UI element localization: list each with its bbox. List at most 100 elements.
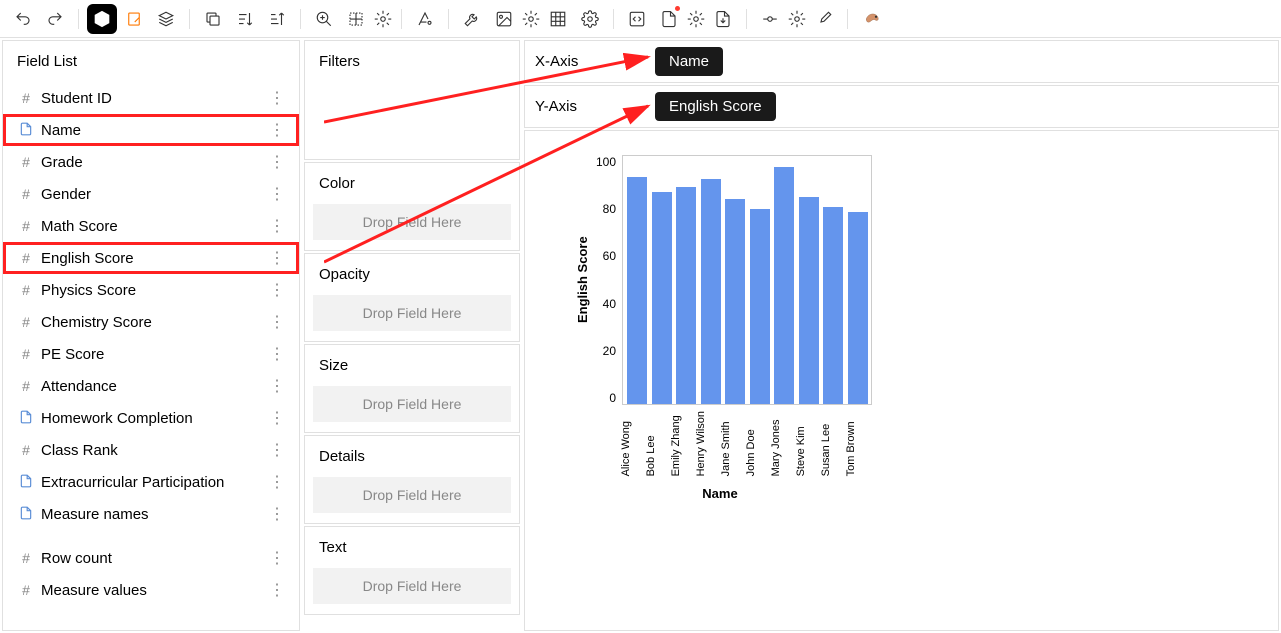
details-dropzone[interactable]: Drop Field Here bbox=[313, 477, 511, 513]
text-header: Text bbox=[305, 527, 519, 568]
resize-button[interactable] bbox=[341, 4, 371, 34]
more-icon[interactable]: ⋮ bbox=[265, 376, 289, 396]
chart-bar[interactable] bbox=[701, 179, 721, 404]
field-item[interactable]: #PE Score⋮ bbox=[3, 338, 299, 370]
main-content: Field List #Student ID⋮Name⋮#Grade⋮#Gend… bbox=[0, 38, 1281, 633]
chart-bar[interactable] bbox=[676, 187, 696, 405]
size-dropzone[interactable]: Drop Field Here bbox=[313, 386, 511, 422]
field-label: Extracurricular Participation bbox=[41, 474, 265, 491]
field-item[interactable]: #Grade⋮ bbox=[3, 146, 299, 178]
field-item[interactable]: #Math Score⋮ bbox=[3, 210, 299, 242]
chart-bar[interactable] bbox=[652, 192, 672, 405]
field-label: PE Score bbox=[41, 346, 265, 363]
more-icon[interactable]: ⋮ bbox=[265, 580, 289, 600]
more-icon[interactable]: ⋮ bbox=[265, 152, 289, 172]
field-item[interactable]: Name⋮ bbox=[3, 114, 299, 146]
y-axis-shelf[interactable]: Y-Axis English Score bbox=[524, 85, 1279, 128]
chart-bar[interactable] bbox=[848, 212, 868, 405]
y-axis-chip[interactable]: English Score bbox=[655, 92, 776, 121]
color-dropzone[interactable]: Drop Field Here bbox=[313, 204, 511, 240]
more-icon[interactable]: ⋮ bbox=[265, 472, 289, 492]
separator bbox=[847, 9, 848, 29]
chart-area: English Score 100806040200 Alice WongBob… bbox=[524, 130, 1279, 631]
more-icon[interactable]: ⋮ bbox=[265, 504, 289, 524]
commit-settings-icon[interactable] bbox=[787, 4, 807, 34]
separator bbox=[448, 9, 449, 29]
bird-logo[interactable] bbox=[856, 4, 890, 34]
x-axis-shelf[interactable]: X-Axis Name bbox=[524, 40, 1279, 83]
opacity-header: Opacity bbox=[305, 254, 519, 295]
x-tick: Jane Smith bbox=[720, 411, 732, 476]
more-icon[interactable]: ⋮ bbox=[265, 88, 289, 108]
field-item[interactable]: #Measure values⋮ bbox=[3, 574, 299, 606]
field-item[interactable]: #Chemistry Score⋮ bbox=[3, 306, 299, 338]
export-settings-icon[interactable] bbox=[686, 4, 706, 34]
image-settings-icon[interactable] bbox=[521, 4, 541, 34]
chart-bar[interactable] bbox=[799, 197, 819, 405]
chart-bar[interactable] bbox=[750, 209, 770, 404]
undo-button[interactable] bbox=[8, 4, 38, 34]
separator bbox=[746, 9, 747, 29]
cube-button[interactable] bbox=[87, 4, 117, 34]
field-item[interactable]: #Row count⋮ bbox=[3, 542, 299, 574]
more-icon[interactable]: ⋮ bbox=[265, 440, 289, 460]
layers-button[interactable] bbox=[151, 4, 181, 34]
brush-button[interactable] bbox=[809, 4, 839, 34]
sort-desc-button[interactable] bbox=[262, 4, 292, 34]
x-axis-title: Name bbox=[575, 486, 865, 501]
more-icon[interactable]: ⋮ bbox=[265, 280, 289, 300]
field-item[interactable]: Homework Completion⋮ bbox=[3, 402, 299, 434]
more-icon[interactable]: ⋮ bbox=[265, 248, 289, 268]
more-icon[interactable]: ⋮ bbox=[265, 184, 289, 204]
x-tick: John Doe bbox=[745, 411, 757, 476]
more-icon[interactable]: ⋮ bbox=[265, 548, 289, 568]
download-button[interactable] bbox=[708, 4, 738, 34]
field-item[interactable]: #Physics Score⋮ bbox=[3, 274, 299, 306]
field-item[interactable]: Measure names⋮ bbox=[3, 498, 299, 530]
field-item[interactable]: #Student ID⋮ bbox=[3, 82, 299, 114]
hash-icon: # bbox=[17, 378, 35, 394]
code-button[interactable] bbox=[622, 4, 652, 34]
more-icon[interactable]: ⋮ bbox=[265, 408, 289, 428]
x-axis-ticks: Alice WongBob LeeEmily ZhangHenry Wilson… bbox=[613, 411, 863, 476]
field-item[interactable]: #Gender⋮ bbox=[3, 178, 299, 210]
hash-icon: # bbox=[17, 250, 35, 266]
more-icon[interactable]: ⋮ bbox=[265, 312, 289, 332]
zoom-button[interactable] bbox=[309, 4, 339, 34]
filters-section[interactable]: Filters bbox=[304, 40, 520, 160]
copy-button[interactable] bbox=[198, 4, 228, 34]
text-dropzone[interactable]: Drop Field Here bbox=[313, 568, 511, 604]
x-tick: Tom Brown bbox=[845, 411, 857, 476]
y-tick: 40 bbox=[603, 297, 616, 311]
resize-settings-icon[interactable] bbox=[373, 4, 393, 34]
more-icon[interactable]: ⋮ bbox=[265, 216, 289, 236]
wrench-button[interactable] bbox=[457, 4, 487, 34]
field-label: Class Rank bbox=[41, 442, 265, 459]
opacity-dropzone[interactable]: Drop Field Here bbox=[313, 295, 511, 331]
note-button[interactable] bbox=[119, 4, 149, 34]
y-tick: 80 bbox=[603, 202, 616, 216]
field-item[interactable]: Extracurricular Participation⋮ bbox=[3, 466, 299, 498]
chart-bar[interactable] bbox=[627, 177, 647, 405]
field-item[interactable]: #Attendance⋮ bbox=[3, 370, 299, 402]
chart-bar[interactable] bbox=[725, 199, 745, 404]
chart-bar[interactable] bbox=[774, 167, 794, 405]
redo-button[interactable] bbox=[40, 4, 70, 34]
format-button[interactable] bbox=[410, 4, 440, 34]
size-header: Size bbox=[305, 345, 519, 386]
x-tick: Susan Lee bbox=[820, 411, 832, 476]
more-icon[interactable]: ⋮ bbox=[265, 120, 289, 140]
export-button[interactable] bbox=[654, 4, 684, 34]
x-axis-chip[interactable]: Name bbox=[655, 47, 723, 76]
image-button[interactable] bbox=[489, 4, 519, 34]
settings-button[interactable] bbox=[575, 4, 605, 34]
field-item[interactable]: #English Score⋮ bbox=[3, 242, 299, 274]
table-button[interactable] bbox=[543, 4, 573, 34]
commit-button[interactable] bbox=[755, 4, 785, 34]
more-icon[interactable]: ⋮ bbox=[265, 344, 289, 364]
y-axis-label: Y-Axis bbox=[535, 98, 655, 115]
field-item[interactable]: #Class Rank⋮ bbox=[3, 434, 299, 466]
chart-bar[interactable] bbox=[823, 207, 843, 405]
details-section: Details Drop Field Here bbox=[304, 435, 520, 524]
sort-button[interactable] bbox=[230, 4, 260, 34]
